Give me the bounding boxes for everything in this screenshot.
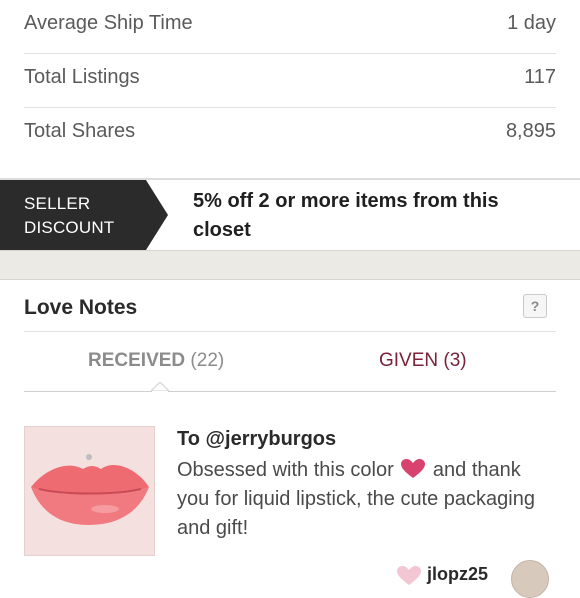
note-text: Obsessed with this color and thank you f… — [177, 456, 557, 543]
closet-stats: Average Ship Time 1 day Total Listings 1… — [0, 0, 580, 178]
stat-value: 8,895 — [505, 120, 556, 142]
note-recipient[interactable]: To @jerryburgos — [177, 428, 336, 451]
stat-label: Total Shares — [24, 120, 136, 142]
stat-label: Total Listings — [24, 66, 140, 88]
tab-received-count: (22) — [190, 350, 225, 371]
stat-row-listings: Total Listings 117 — [24, 54, 556, 108]
tab-received-label: RECEIVED — [88, 350, 186, 371]
note-text-part-1: Obsessed with this color — [177, 459, 394, 481]
stat-value: 1 day — [507, 12, 556, 34]
heart-icon — [401, 459, 426, 478]
tab-received[interactable]: RECEIVED (22) — [88, 350, 224, 372]
seller-discount-banner: SELLER DISCOUNT 5% off 2 or more items f… — [0, 180, 580, 250]
seller-discount-badge: SELLER DISCOUNT — [0, 180, 168, 250]
badge-line-2: DISCOUNT — [24, 218, 115, 237]
tabs-underline — [24, 391, 556, 392]
badge-line-1: SELLER — [24, 194, 91, 213]
stat-label: Average Ship Time — [24, 12, 193, 34]
love-notes-section: Love Notes ? RECEIVED (22) GIVEN (3) To … — [0, 280, 580, 598]
tab-given[interactable]: GIVEN (3) — [379, 350, 467, 372]
stat-row-ship-time: Average Ship Time 1 day — [24, 0, 556, 54]
author-username[interactable]: jlopz25 — [427, 564, 488, 585]
love-notes-title: Love Notes — [24, 296, 138, 319]
stat-value: 117 — [524, 66, 556, 88]
discount-message: 5% off 2 or more items from this closet — [193, 190, 499, 241]
lips-image — [25, 427, 154, 555]
badge-text: SELLER DISCOUNT — [24, 192, 114, 240]
love-notes-tabs: RECEIVED (22) GIVEN (3) — [24, 332, 556, 392]
lipstick-photo[interactable] — [24, 426, 155, 556]
stat-row-shares: Total Shares 8,895 — [24, 108, 556, 161]
section-separator — [0, 250, 580, 280]
heart-icon — [397, 566, 421, 585]
help-icon[interactable]: ? — [523, 294, 547, 318]
note-author[interactable]: jlopz25 — [397, 560, 580, 598]
love-note-item: To @jerryburgos Obsessed with this color… — [0, 426, 580, 598]
avatar[interactable] — [511, 560, 549, 598]
